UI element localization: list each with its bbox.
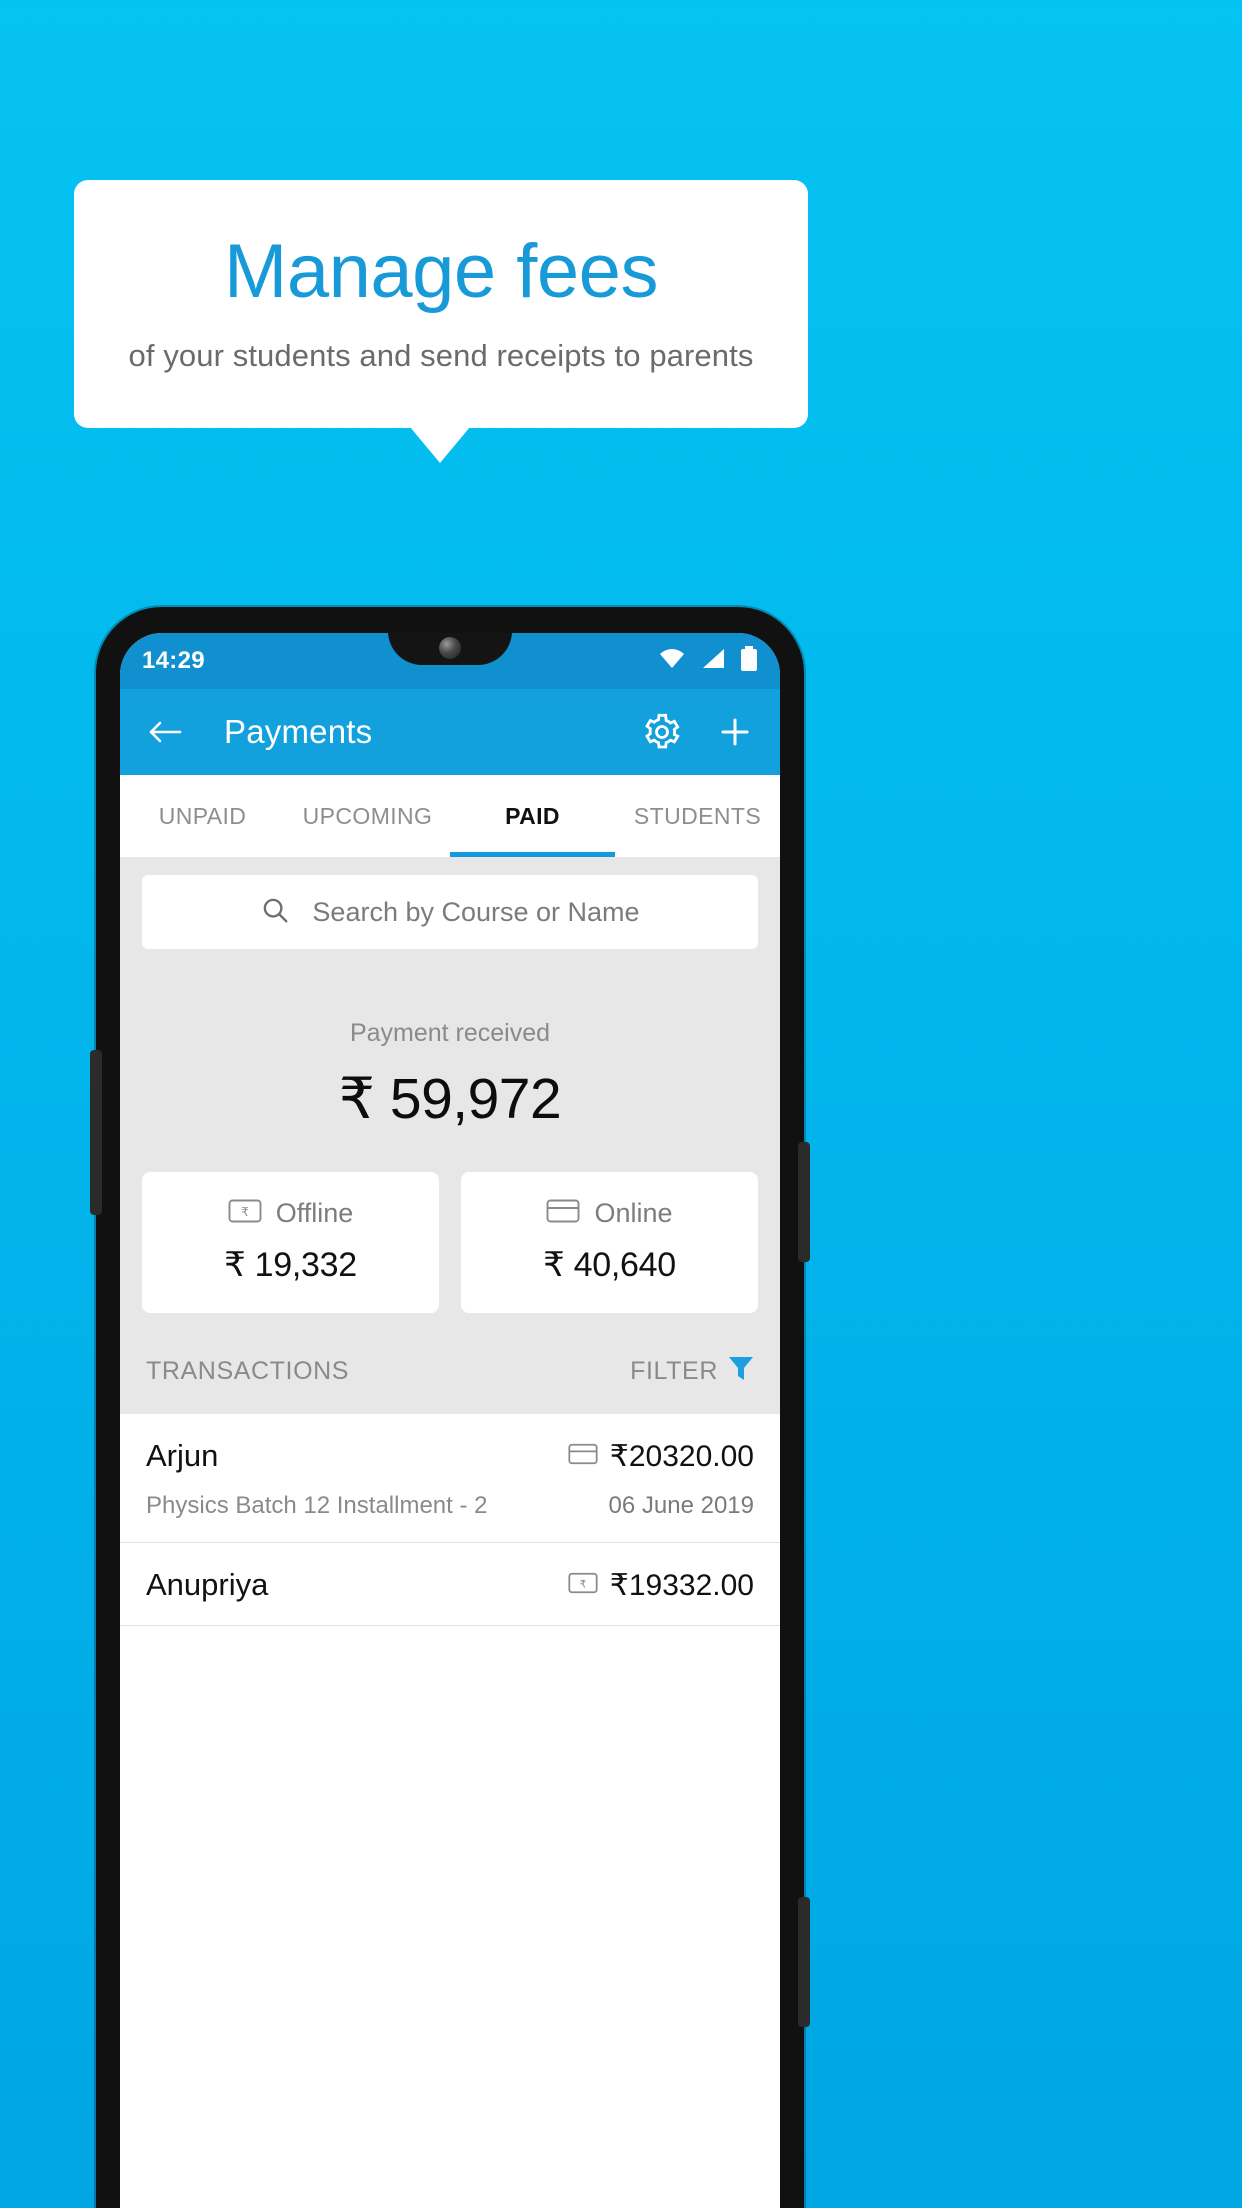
credit-card-icon	[546, 1198, 580, 1229]
funnel-icon	[728, 1355, 754, 1388]
app-content: Search by Course or Name Payment receive…	[120, 857, 780, 1626]
status-time: 14:29	[142, 647, 205, 674]
transaction-primary-line: Anupriya ₹ ₹19332.00	[146, 1567, 754, 1603]
transaction-amount-group: ₹20320.00	[568, 1439, 754, 1474]
offline-card-head: ₹ Offline	[142, 1198, 439, 1229]
promo-title: Manage fees	[224, 229, 658, 314]
back-arrow-icon[interactable]	[146, 716, 184, 748]
battery-icon	[740, 645, 758, 677]
page-title: Payments	[224, 713, 373, 750]
tab-unpaid[interactable]: UNPAID	[120, 775, 285, 857]
offline-card[interactable]: ₹ Offline ₹ 19,332	[142, 1172, 439, 1313]
transaction-date: 06 June 2019	[608, 1492, 754, 1519]
search-placeholder: Search by Course or Name	[312, 896, 640, 927]
payment-summary: Payment received ₹ 59,972	[120, 949, 780, 1132]
front-camera	[439, 637, 461, 659]
signal-icon	[700, 647, 726, 676]
phone-screen: 14:29 Payments UNPAID UPCOMING PAID STUD…	[120, 633, 780, 2208]
tab-paid[interactable]: PAID	[450, 775, 615, 857]
app-bar: Payments	[120, 689, 780, 775]
online-card-label: Online	[594, 1198, 673, 1228]
status-bar: 14:29	[120, 633, 780, 689]
transactions-header: TRANSACTIONS FILTER	[120, 1313, 780, 1414]
offline-card-amount: ₹ 19,332	[224, 1246, 357, 1284]
tab-students[interactable]: STUDENTS	[615, 775, 780, 857]
search-icon	[260, 895, 290, 930]
promo-subtitle: of your students and send receipts to pa…	[128, 338, 754, 373]
svg-text:₹: ₹	[579, 1578, 586, 1590]
search-input[interactable]: Search by Course or Name	[142, 875, 758, 949]
wifi-icon	[658, 647, 686, 676]
tab-bar: UNPAID UPCOMING PAID STUDENTS	[120, 775, 780, 857]
search-section: Search by Course or Name	[120, 857, 780, 949]
filter-label: FILTER	[630, 1357, 718, 1385]
gear-icon[interactable]	[642, 712, 682, 752]
transaction-amount: ₹20320.00	[609, 1439, 754, 1473]
offline-card-label: Offline	[275, 1198, 354, 1228]
plus-icon[interactable]	[716, 713, 754, 751]
svg-text:₹: ₹	[241, 1205, 249, 1219]
transaction-amount-group: ₹ ₹19332.00	[568, 1568, 754, 1603]
table-row[interactable]: Arjun ₹20320.00 Physics Batch 12 Install…	[120, 1414, 780, 1543]
payment-method-cards: ₹ Offline ₹ 19,332 Online ₹ 40,640	[120, 1132, 780, 1313]
transaction-name: Anupriya	[146, 1567, 269, 1602]
summary-amount: ₹ 59,972	[338, 1067, 562, 1131]
banknote-rupee-icon: ₹	[228, 1198, 262, 1229]
transaction-primary-line: Arjun ₹20320.00	[146, 1438, 754, 1474]
credit-card-icon	[568, 1442, 598, 1471]
banknote-rupee-icon: ₹	[568, 1571, 598, 1600]
transaction-name: Arjun	[146, 1438, 219, 1473]
phone-mockup: 14:29 Payments UNPAID UPCOMING PAID STUD…	[90, 607, 810, 2208]
tab-upcoming[interactable]: UPCOMING	[285, 775, 450, 857]
summary-label: Payment received	[349, 1019, 551, 1047]
phone-power-button[interactable]	[798, 1142, 810, 1262]
transaction-amount: ₹19332.00	[609, 1568, 754, 1602]
transactions-list: Arjun ₹20320.00 Physics Batch 12 Install…	[120, 1414, 780, 1626]
transaction-secondary-line: Physics Batch 12 Installment - 2 06 June…	[146, 1492, 754, 1520]
promo-callout-card: Manage fees of your students and send re…	[74, 180, 808, 428]
transactions-label: TRANSACTIONS	[146, 1357, 350, 1385]
online-card-amount: ₹ 40,640	[543, 1246, 676, 1284]
online-card-head: Online	[461, 1198, 758, 1229]
phone-notch	[388, 633, 512, 665]
filter-button[interactable]: FILTER	[630, 1355, 754, 1388]
phone-left-button[interactable]	[90, 1050, 102, 1215]
transaction-description: Physics Batch 12 Installment - 2	[146, 1492, 488, 1519]
promo-callout-arrow	[410, 427, 470, 463]
table-row[interactable]: Anupriya ₹ ₹19332.00	[120, 1543, 780, 1626]
online-card[interactable]: Online ₹ 40,640	[461, 1172, 758, 1313]
phone-volume-button[interactable]	[798, 1897, 810, 2027]
status-icons	[658, 645, 758, 677]
